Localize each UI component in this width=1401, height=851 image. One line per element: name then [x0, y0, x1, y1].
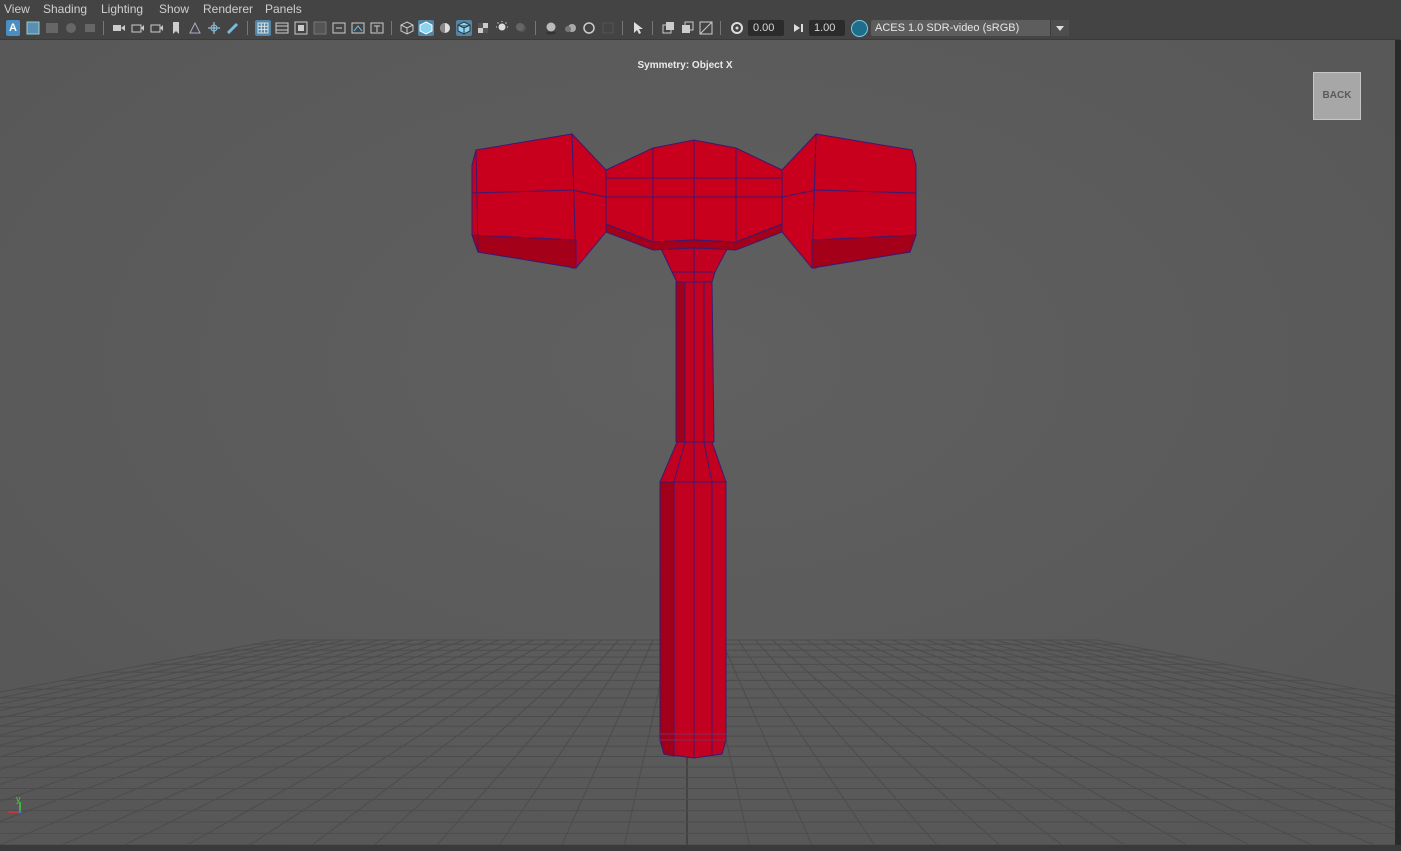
camera-sequence-icon[interactable] [149, 20, 165, 36]
move-tool-icon[interactable] [206, 20, 222, 36]
default-material-icon[interactable] [437, 20, 453, 36]
gamma-icon[interactable] [790, 20, 806, 36]
viewport-scene [0, 40, 1395, 845]
view-cube-back[interactable]: BACK [1313, 72, 1361, 120]
menu-view[interactable]: View [4, 1, 30, 17]
select-camera-icon[interactable]: A [6, 20, 20, 36]
xray-components-icon[interactable] [698, 20, 714, 36]
menu-renderer[interactable]: Renderer [203, 1, 253, 17]
wireframe-on-shaded-icon[interactable] [456, 20, 472, 36]
toolbar-separator [391, 21, 392, 35]
field-chart-icon[interactable] [331, 20, 347, 36]
smooth-shade-icon[interactable] [418, 20, 434, 36]
chevron-down-icon[interactable] [1050, 20, 1069, 36]
resolution-gate-icon[interactable] [293, 20, 309, 36]
panel-toolbar: A 0.00 1.00 ACES 1.0 SDR-video (sRGB) [0, 18, 1401, 40]
menu-shading[interactable]: Shading [43, 1, 87, 17]
toolbar-separator [103, 21, 104, 35]
isolate-select-icon[interactable] [630, 20, 646, 36]
exposure-icon[interactable] [729, 20, 745, 36]
camera-attributes-icon[interactable] [25, 20, 41, 36]
bookmark-icon[interactable] [168, 20, 184, 36]
textured-icon[interactable] [475, 20, 491, 36]
lock-camera-icon[interactable] [44, 20, 60, 36]
toolbar-separator [247, 21, 248, 35]
menu-panels[interactable]: Panels [265, 1, 302, 17]
anti-aliasing-icon[interactable] [581, 20, 597, 36]
grease-pencil-icon[interactable] [225, 20, 241, 36]
color-management-icon[interactable] [851, 20, 868, 37]
2d-pan-zoom-icon[interactable] [187, 20, 203, 36]
snapshot-icon[interactable] [130, 20, 146, 36]
toolbar-separator [535, 21, 536, 35]
wireframe-icon[interactable] [399, 20, 415, 36]
exposure-field[interactable]: 0.00 [748, 20, 784, 36]
bookmark-camera-icon[interactable] [82, 20, 98, 36]
safe-action-icon[interactable] [350, 20, 366, 36]
color-space-dropdown[interactable]: ACES 1.0 SDR-video (sRGB) [871, 20, 1069, 36]
toolbar-separator [720, 21, 721, 35]
grid-icon[interactable] [255, 20, 271, 36]
screen-space-ao-icon[interactable] [543, 20, 559, 36]
camera-view-icon[interactable] [63, 20, 79, 36]
menu-show[interactable]: Show [159, 1, 189, 17]
axis-y-label: y [16, 794, 21, 804]
3d-viewport[interactable]: Symmetry: Object X BACK y [0, 40, 1395, 845]
use-all-lights-icon[interactable] [494, 20, 510, 36]
color-space-value: ACES 1.0 SDR-video (sRGB) [875, 22, 1020, 34]
shadows-icon[interactable] [513, 20, 529, 36]
xray-joints-icon[interactable] [679, 20, 695, 36]
menu-lighting[interactable]: Lighting [101, 1, 143, 17]
panel-border-right [1395, 40, 1401, 851]
toolbar-separator [652, 21, 653, 35]
film-gate-icon[interactable] [274, 20, 290, 36]
safe-title-icon[interactable] [369, 20, 385, 36]
gate-mask-icon[interactable] [312, 20, 328, 36]
xray-icon[interactable] [660, 20, 676, 36]
motion-blur-icon[interactable] [562, 20, 578, 36]
panel-border-bottom [0, 845, 1401, 851]
toolbar-separator [622, 21, 623, 35]
image-plane-icon[interactable] [111, 20, 127, 36]
panel-menu-bar: View Shading Lighting Show Renderer Pane… [0, 0, 1401, 18]
symmetry-hud: Symmetry: Object X [637, 60, 733, 71]
gamma-field[interactable]: 1.00 [809, 20, 845, 36]
depth-of-field-icon[interactable] [600, 20, 616, 36]
